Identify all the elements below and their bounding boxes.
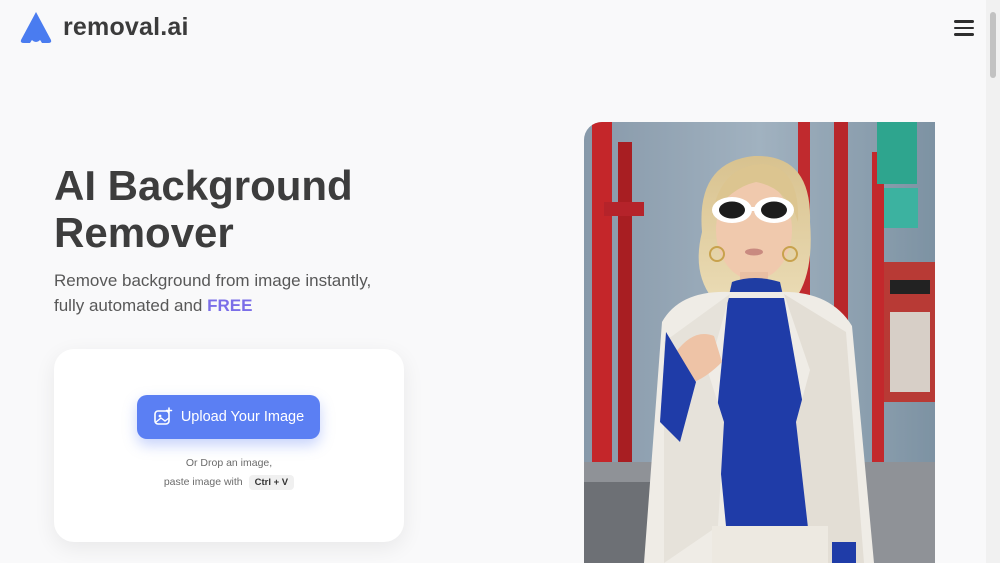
menu-bar <box>954 20 974 23</box>
page-title: AI Background Remover <box>54 162 454 256</box>
upload-dropzone[interactable]: Upload Your Image Or Drop an image, past… <box>54 349 404 542</box>
scrollbar-thumb[interactable] <box>990 12 996 78</box>
menu-bar <box>954 33 974 36</box>
upload-button-label: Upload Your Image <box>180 409 305 425</box>
removal-ai-logo-icon <box>20 12 52 43</box>
drop-hint: Or Drop an image, <box>185 457 273 469</box>
paste-hint-text: paste image with <box>163 476 243 488</box>
hero-subtitle: Remove background from image instantly, … <box>54 268 414 318</box>
paste-hint: paste image with Ctrl + V <box>54 475 404 490</box>
upload-image-button[interactable]: Upload Your Image <box>137 395 320 439</box>
paste-shortcut-badge: Ctrl + V <box>248 475 295 490</box>
woman-in-sunglasses-photo <box>584 122 935 563</box>
subtitle-line-1: Remove background from image instantly, <box>54 271 372 290</box>
image-add-icon <box>154 407 173 425</box>
brand-name: removal.ai <box>63 12 189 41</box>
subtitle-line-2: fully automated and <box>54 296 208 315</box>
free-highlight: FREE <box>207 296 253 315</box>
page-scrollbar[interactable] <box>986 0 1000 563</box>
hero-sample-photo <box>584 122 935 563</box>
menu-bar <box>954 26 974 29</box>
title-line-1: AI Background <box>54 162 353 209</box>
title-line-2: Remover <box>54 209 234 256</box>
hamburger-menu-icon[interactable] <box>950 16 978 40</box>
brand-logo[interactable]: removal.ai <box>18 10 189 44</box>
page: removal.ai AI Background Remover Remove … <box>0 0 1000 563</box>
